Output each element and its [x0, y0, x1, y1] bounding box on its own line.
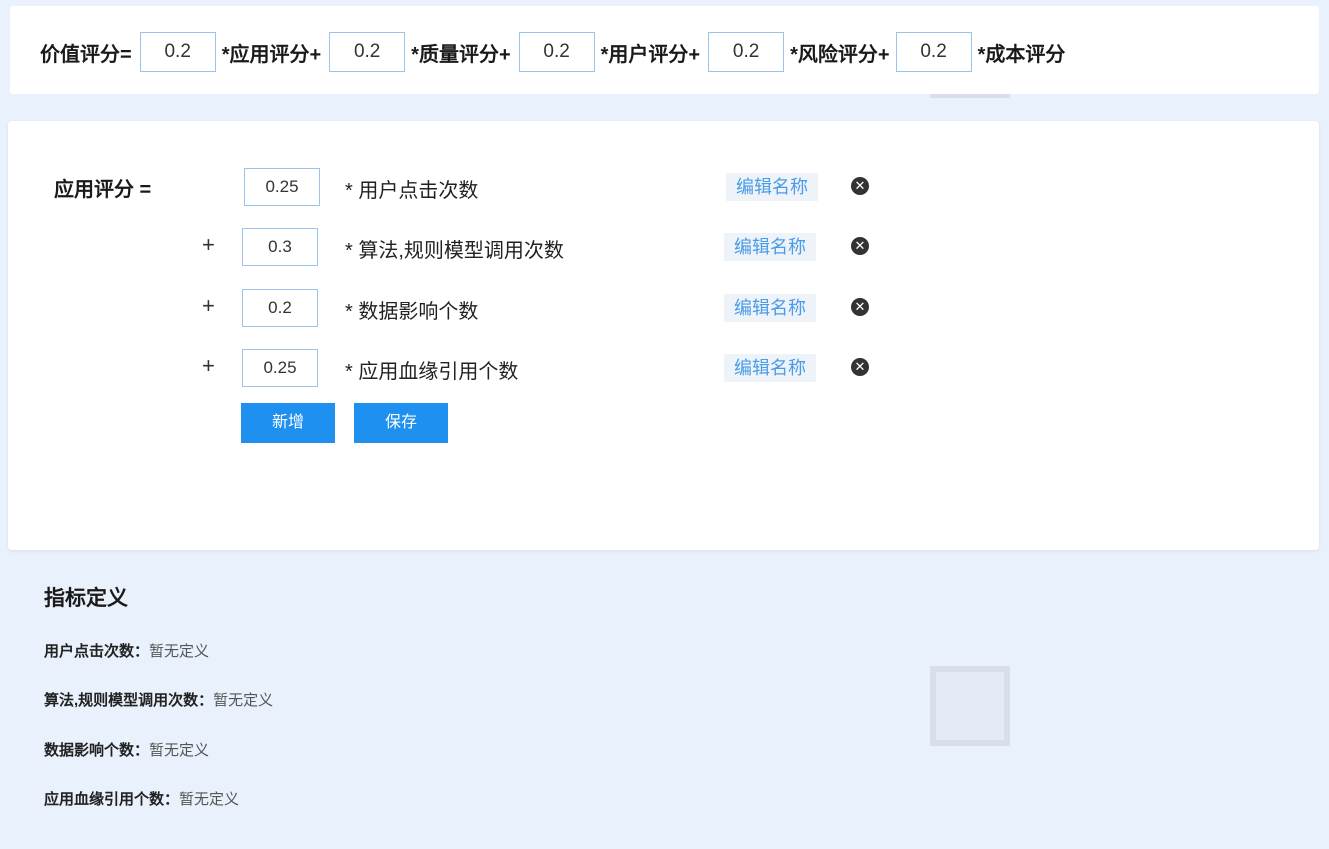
edit-name-button[interactable]: 编辑名称 — [724, 354, 816, 382]
cost-score-label: *成本评分 — [977, 43, 1066, 66]
close-circle-icon[interactable]: ✕ — [851, 298, 869, 316]
edit-name-button[interactable]: 编辑名称 — [726, 173, 818, 201]
add-term-button[interactable]: 新增 — [241, 403, 335, 443]
edit-name-button[interactable]: 编辑名称 — [724, 294, 816, 322]
plus-sign: + — [202, 353, 215, 378]
quality-score-weight-input[interactable] — [329, 32, 406, 72]
close-circle-icon[interactable]: ✕ — [851, 358, 869, 376]
definition-value: 暂无定义 — [179, 791, 240, 808]
term-name: * 数据影响个数 — [345, 301, 479, 323]
watermark — [930, 666, 1010, 746]
close-circle-icon[interactable]: ✕ — [851, 237, 869, 255]
application-score-rule-card: 应用评分 = * 用户点击次数 编辑名称 ✕ + * 算法,规则模型调用次数 编… — [8, 121, 1319, 550]
definition-item: 应用血缘引用个数：暂无定义 — [44, 788, 239, 809]
close-circle-icon[interactable]: ✕ — [851, 177, 869, 195]
definition-item: 用户点击次数：暂无定义 — [44, 640, 209, 661]
term-weight-input[interactable] — [242, 289, 318, 327]
application-score-weight-input[interactable] — [139, 32, 216, 72]
value-score-label: 价值评分= — [40, 43, 132, 66]
rule-term-row: + * 数据影响个数 编辑名称 ✕ — [8, 289, 1319, 327]
definition-term: 用户点击次数： — [44, 643, 150, 660]
rule-term-row: + * 算法,规则模型调用次数 编辑名称 ✕ — [8, 228, 1319, 266]
plus-sign: + — [202, 293, 215, 318]
definition-value: 暂无定义 — [213, 692, 274, 709]
rule-term-row: * 用户点击次数 编辑名称 ✕ — [8, 168, 1319, 206]
rule-term-row: + * 应用血缘引用个数 编辑名称 ✕ — [8, 349, 1319, 387]
risk-score-weight-input[interactable] — [708, 32, 785, 72]
save-button[interactable]: 保存 — [354, 403, 448, 443]
user-score-label: *用户评分+ — [600, 43, 701, 66]
definition-value: 暂无定义 — [149, 742, 210, 759]
term-weight-input[interactable] — [244, 168, 320, 206]
term-name: * 应用血缘引用个数 — [345, 361, 519, 383]
plus-sign: + — [202, 232, 215, 257]
term-name: * 算法,规则模型调用次数 — [345, 240, 564, 262]
risk-score-label: *风险评分+ — [790, 43, 890, 66]
edit-name-button[interactable]: 编辑名称 — [724, 233, 816, 261]
cost-score-weight-input[interactable] — [895, 32, 972, 72]
definition-value: 暂无定义 — [149, 643, 210, 660]
definition-term: 应用血缘引用个数： — [44, 791, 180, 808]
value-score-formula-card: 价值评分= *应用评分+ *质量评分+ *用户评分+ *风险评分+ *成本评分 — [10, 6, 1319, 94]
definition-term: 算法,规则模型调用次数： — [44, 692, 214, 709]
page: 价值评分= *应用评分+ *质量评分+ *用户评分+ *风险评分+ *成本评分 … — [0, 0, 1329, 849]
term-name: * 用户点击次数 — [345, 180, 479, 202]
definition-item: 数据影响个数：暂无定义 — [44, 739, 209, 760]
term-weight-input[interactable] — [242, 228, 318, 266]
value-score-formula: 价值评分= *应用评分+ *质量评分+ *用户评分+ *风险评分+ *成本评分 — [40, 32, 1065, 72]
definition-term: 数据影响个数： — [44, 742, 150, 759]
user-score-weight-input[interactable] — [518, 32, 595, 72]
definition-item: 算法,规则模型调用次数：暂无定义 — [44, 689, 273, 710]
term-weight-input[interactable] — [242, 349, 318, 387]
quality-score-label: *质量评分+ — [411, 43, 511, 66]
application-score-label: *应用评分+ — [221, 43, 322, 66]
definitions-title: 指标定义 — [44, 587, 128, 610]
